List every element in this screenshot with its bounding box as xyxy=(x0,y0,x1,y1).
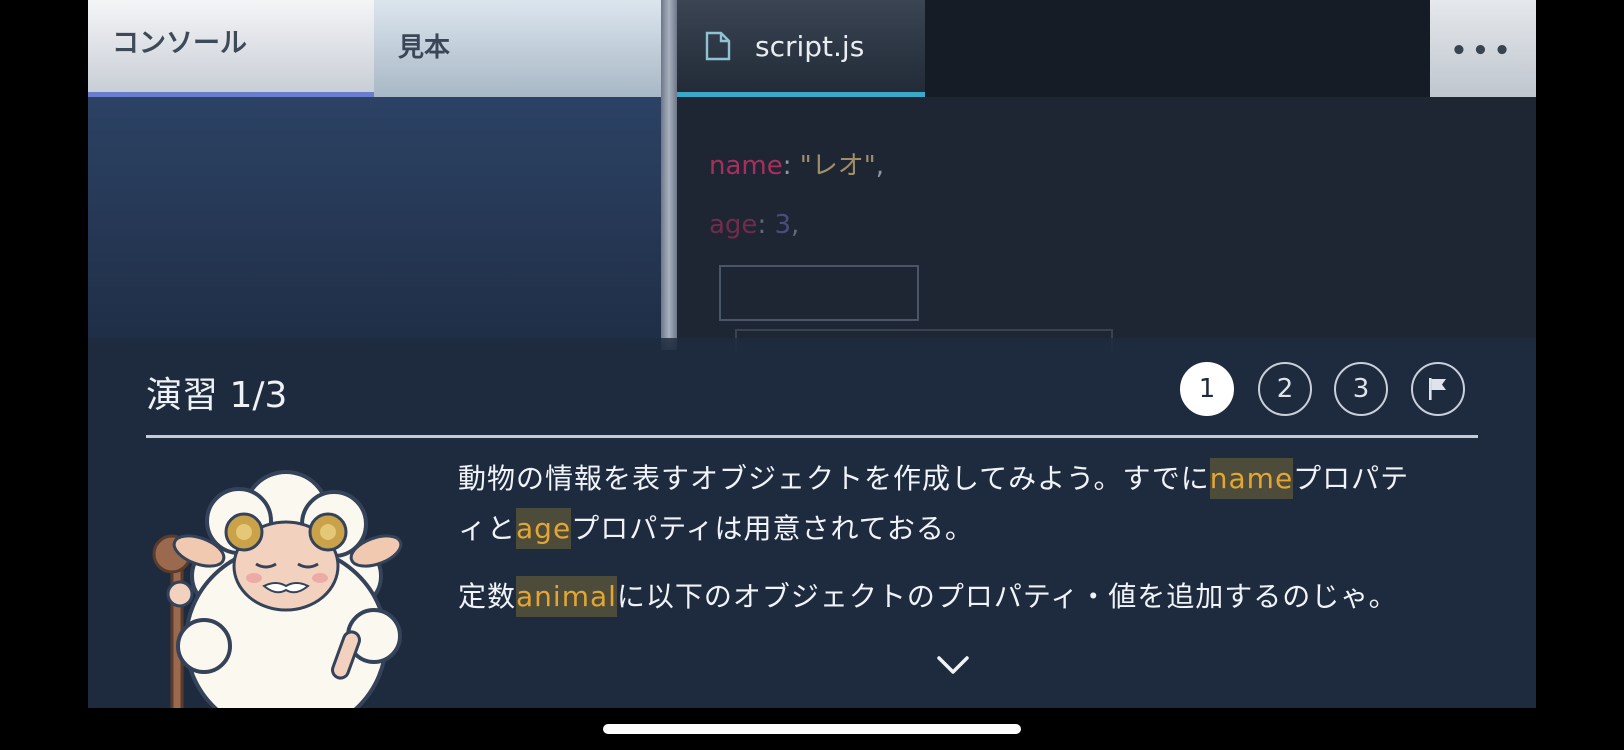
exercise-panel: 演習 1/3 1 2 3 動物の情報を表すオブジェクトを作成してみよう。すでにn… xyxy=(88,338,1536,708)
instruction-text: プロパティは用意されておる。 xyxy=(571,512,974,545)
tab-sample[interactable]: 見本 xyxy=(374,0,661,97)
more-icon: ••• xyxy=(1450,35,1516,66)
instruction-paragraph: 動物の情報を表すオブジェクトを作成してみよう。すでにnameプロパティとageプ… xyxy=(458,454,1418,554)
more-menu-button[interactable]: ••• xyxy=(1430,0,1536,97)
app-window: コンソール 見本 script.js ••• name: "レオ", age: … xyxy=(88,0,1536,708)
code-highlight: age xyxy=(516,508,572,549)
title-divider xyxy=(146,435,1478,438)
step-button-2[interactable]: 2 xyxy=(1258,362,1312,416)
sheep-mascot-image xyxy=(152,470,403,708)
sample-preview-pane xyxy=(88,97,661,357)
code-editor[interactable]: name: "レオ", age: 3, xyxy=(677,97,1536,369)
tab-console-label: コンソール xyxy=(112,27,247,59)
chevron-down-icon[interactable] xyxy=(936,654,970,676)
pane-resize-handle[interactable] xyxy=(661,0,677,350)
code-key: age xyxy=(709,210,758,240)
tab-file-label: script.js xyxy=(755,29,865,63)
code-highlight: name xyxy=(1209,458,1294,499)
exercise-title: 演習 1/3 xyxy=(146,375,288,416)
step-button-3[interactable]: 3 xyxy=(1334,362,1388,416)
instruction-paragraph: 定数animalに以下のオブジェクトのプロパティ・値を追加するのじゃ。 xyxy=(458,572,1418,622)
instruction-text: 動物の情報を表すオブジェクトを作成してみよう。すでに xyxy=(458,462,1210,495)
instruction-text: に以下のオブジェクトのプロパティ・値を追加するのじゃ。 xyxy=(616,580,1398,613)
tab-script-file[interactable]: script.js xyxy=(677,0,925,97)
code-highlight: animal xyxy=(516,576,617,617)
step-button-1[interactable]: 1 xyxy=(1180,362,1234,416)
tab-console[interactable]: コンソール xyxy=(88,0,374,97)
code-line-name: name: "レオ", xyxy=(709,151,884,181)
code-value: "レオ" xyxy=(799,151,876,181)
flag-icon xyxy=(1429,378,1446,400)
tab-sample-label: 見本 xyxy=(398,33,451,63)
exercise-instructions: 動物の情報を表すオブジェクトを作成してみよう。すでにnameプロパティとageプ… xyxy=(458,454,1418,634)
code-key: name xyxy=(709,151,783,181)
code-line-age: age: 3, xyxy=(709,210,800,240)
goal-flag-button[interactable] xyxy=(1411,362,1465,416)
home-indicator[interactable] xyxy=(603,724,1021,734)
instruction-text: 定数 xyxy=(458,580,517,613)
tab-bar-empty-area xyxy=(925,0,1430,97)
code-blank-slot[interactable] xyxy=(719,265,919,321)
file-icon xyxy=(705,31,731,61)
code-value: 3 xyxy=(774,210,792,240)
